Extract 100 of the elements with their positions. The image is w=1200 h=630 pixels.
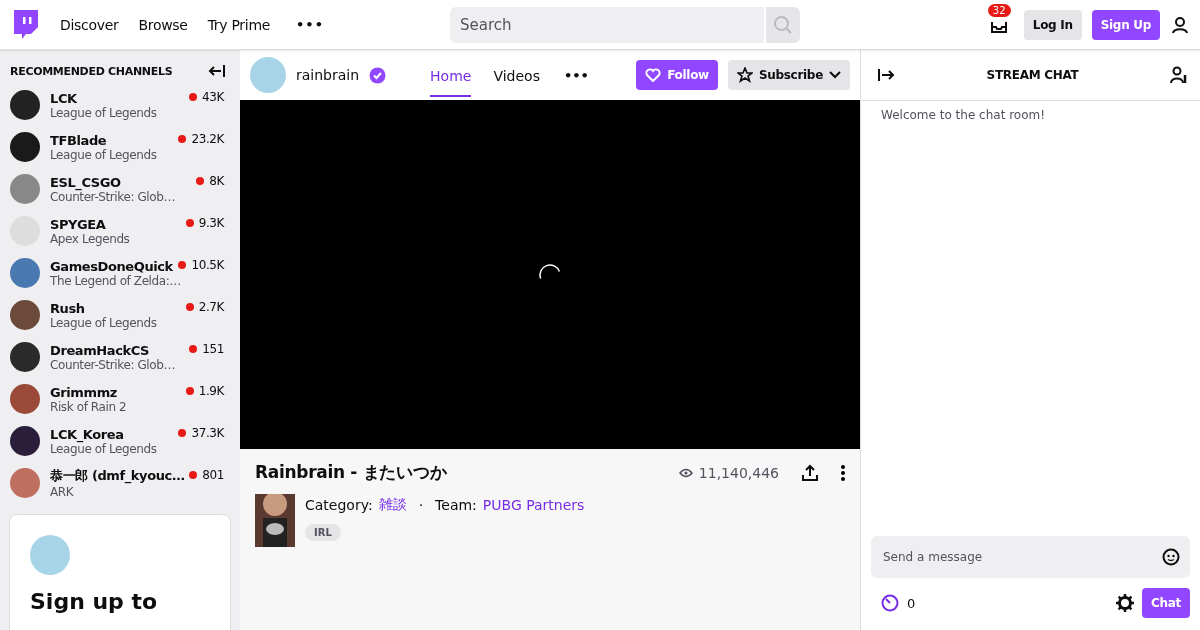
viewer-count: 9.3K	[198, 216, 224, 230]
channel-name: 恭一郎 (dmf_kyouc…	[50, 467, 186, 485]
user-icon[interactable]	[1170, 14, 1190, 35]
channel-name: Rush	[50, 300, 86, 316]
follow-button[interactable]: Follow	[636, 60, 718, 90]
live-dot	[196, 177, 205, 185]
avatar	[10, 384, 40, 414]
collapse-icon[interactable]	[208, 64, 226, 78]
card-heading: Sign up to	[30, 589, 159, 614]
points-count: 0	[907, 595, 917, 611]
star-icon	[736, 67, 753, 83]
caret-icon	[829, 71, 841, 79]
more-menu[interactable]: •••	[296, 17, 324, 32]
game-name: League of Legends	[50, 441, 158, 456]
team-label: Team:	[435, 497, 477, 513]
share-icon[interactable]	[801, 463, 819, 482]
avatar	[10, 174, 40, 204]
channel-item[interactable]: Rush League of Legends 2.7K	[0, 294, 240, 336]
timer-icon[interactable]	[881, 594, 899, 612]
login-button[interactable]: Log In	[1023, 9, 1082, 40]
channel-name: ESL_CSGO	[50, 174, 121, 190]
chat-title: STREAM CHAT	[986, 68, 1079, 82]
users-icon[interactable]	[1170, 66, 1188, 84]
tag[interactable]: IRL	[305, 524, 341, 541]
nav-link[interactable]: Try Prime	[207, 16, 271, 33]
chat-button[interactable]: Chat	[1142, 588, 1190, 618]
nav-link[interactable]: Discover	[60, 16, 119, 33]
avatar	[30, 535, 70, 575]
channel-item[interactable]: GamesDoneQuick The Legend of Zelda:… 10.5K	[0, 252, 240, 294]
viewer-count: 2.7K	[198, 300, 224, 314]
viewer-count: 1.9K	[198, 384, 224, 398]
subscribe-button[interactable]: Subscribe	[727, 60, 850, 90]
live-dot	[178, 261, 187, 269]
view-count: 11,140,446	[698, 464, 779, 481]
channel-tab[interactable]: Videos	[493, 57, 540, 97]
live-dot	[189, 345, 198, 353]
viewer-count: 10.5K	[191, 258, 224, 272]
channel-name: LCK_Korea	[50, 426, 125, 442]
channel-tab[interactable]: Home	[430, 57, 472, 97]
avatar	[10, 132, 40, 162]
team-link[interactable]: PUBG Partners	[482, 497, 585, 513]
avatar	[10, 258, 40, 288]
expand-icon[interactable]	[877, 68, 895, 82]
channel-name: Grimmmz	[50, 384, 118, 400]
viewer-count: 8K	[209, 174, 224, 188]
sidebar-title: RECOMMENDED CHANNELS	[10, 64, 173, 78]
category-link[interactable]: 雑談	[378, 496, 407, 514]
notification-badge: 32	[987, 3, 1011, 17]
game-name: League of Legends	[50, 315, 158, 330]
live-dot	[185, 219, 194, 227]
game-name: ARK	[50, 485, 75, 499]
avatar	[10, 342, 40, 372]
viewer-count: 23.2K	[191, 132, 224, 146]
game-name: League of Legends	[50, 147, 158, 162]
game-name: Counter-Strike: Glob…	[50, 189, 177, 204]
channel-name[interactable]: rainbrain	[296, 67, 360, 83]
heart-icon	[645, 68, 662, 82]
game-name: Risk of Rain 2	[50, 399, 128, 414]
channel-item[interactable]: DreamHackCS Counter-Strike: Glob… 151	[0, 336, 240, 378]
channel-name: SPYGEA	[50, 216, 107, 232]
channel-item[interactable]: LCK_Korea League of Legends 37.3K	[0, 420, 240, 462]
viewer-count: 801	[202, 468, 224, 482]
channel-item[interactable]: SPYGEA Apex Legends 9.3K	[0, 210, 240, 252]
live-dot	[178, 429, 187, 437]
viewer-count: 43K	[202, 90, 224, 104]
more-icon[interactable]	[841, 463, 845, 482]
game-name: Apex Legends	[50, 231, 131, 246]
eye-icon	[678, 467, 693, 478]
live-dot	[189, 93, 198, 101]
avatar	[10, 300, 40, 330]
signup-button[interactable]: Sign Up	[1091, 9, 1160, 40]
channel-item[interactable]: 恭一郎 (dmf_kyouc… ARK 801	[0, 462, 240, 504]
more-menu[interactable]: •••	[563, 67, 589, 83]
settings-icon[interactable]	[1116, 594, 1134, 612]
game-name: League of Legends	[50, 105, 158, 120]
stream-title: Rainbrain - またいつか	[255, 461, 447, 484]
search-field[interactable]: Search	[450, 6, 764, 43]
logo-icon[interactable]	[12, 9, 38, 40]
channel-name: TFBlade	[50, 132, 108, 148]
channel-item[interactable]: ESL_CSGO Counter-Strike: Glob… 8K	[0, 168, 240, 210]
viewer-count: 151	[202, 342, 224, 356]
live-dot	[178, 135, 187, 143]
channel-item[interactable]: Grimmmz Risk of Rain 2 1.9K	[0, 378, 240, 420]
welcome-message: Welcome to the chat room!	[881, 108, 1045, 122]
separator: ·	[418, 497, 424, 513]
category-label: Category:	[305, 497, 373, 513]
viewer-count: 37.3K	[191, 426, 224, 440]
channel-item[interactable]: LCK League of Legends 43K	[0, 84, 240, 126]
avatar	[10, 90, 40, 120]
message-field[interactable]: Send a message	[871, 536, 1190, 578]
channel-name: DreamHackCS	[50, 342, 151, 358]
game-name: The Legend of Zelda:…	[50, 273, 179, 288]
live-dot	[185, 303, 194, 311]
nav-link[interactable]: Browse	[138, 16, 188, 33]
avatar	[10, 468, 40, 498]
channel-item[interactable]: TFBlade League of Legends 23.2K	[0, 126, 240, 168]
channel-name: LCK	[50, 90, 78, 106]
search-icon	[773, 14, 793, 35]
emoji-icon[interactable]	[1162, 548, 1180, 566]
channel-name: GamesDoneQuick	[50, 258, 174, 274]
